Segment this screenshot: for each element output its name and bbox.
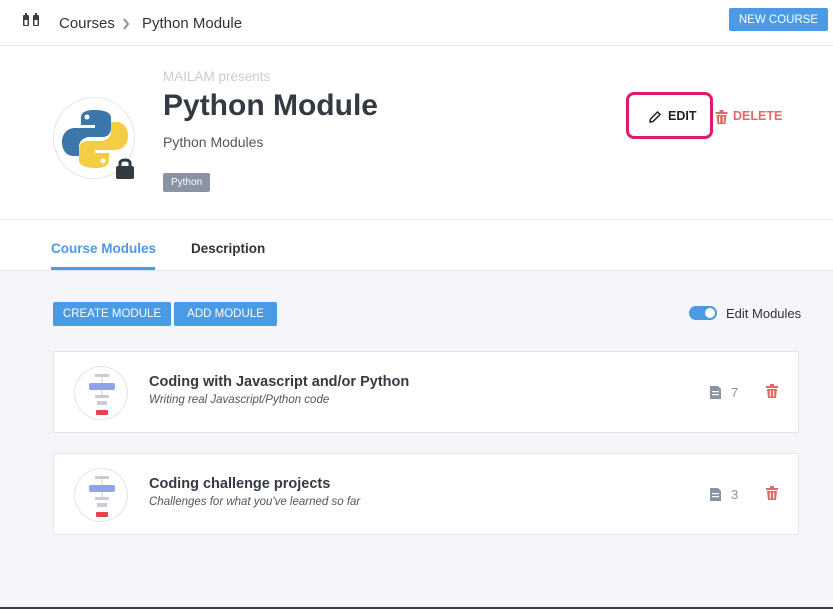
course-tag[interactable]: Python bbox=[163, 173, 211, 192]
flowchart-icon bbox=[89, 476, 115, 517]
pencil-icon bbox=[649, 110, 662, 123]
document-icon bbox=[710, 386, 721, 399]
module-title[interactable]: Coding with Javascript and/or Python bbox=[149, 374, 409, 390]
module-card[interactable]: Coding challenge projects Challenges for… bbox=[53, 453, 799, 535]
tab-description[interactable]: Description bbox=[191, 241, 265, 256]
active-tab-indicator bbox=[51, 267, 155, 270]
edit-label: EDIT bbox=[668, 109, 697, 123]
trash-icon[interactable] bbox=[766, 486, 778, 500]
module-title[interactable]: Coding challenge projects bbox=[149, 476, 330, 492]
new-course-button[interactable]: NEW COURSE bbox=[729, 8, 828, 31]
lesson-count: 7 bbox=[731, 385, 739, 400]
create-module-button[interactable]: CREATE MODULE bbox=[53, 302, 171, 326]
document-icon bbox=[710, 488, 721, 501]
toggle-knob bbox=[705, 308, 715, 318]
edit-modules-label: Edit Modules bbox=[726, 306, 802, 321]
trash-icon[interactable] bbox=[766, 384, 778, 398]
lesson-count: 3 bbox=[731, 487, 739, 502]
trash-icon bbox=[715, 110, 728, 124]
edit-modules-toggle[interactable] bbox=[689, 306, 717, 320]
breadcrumb-courses[interactable]: Courses bbox=[59, 15, 115, 32]
page-title: Python Module bbox=[163, 89, 378, 122]
course-header: MAILAM presents Python Module Python Mod… bbox=[0, 46, 833, 220]
course-subtitle: Python Modules bbox=[163, 134, 264, 150]
tab-course-modules[interactable]: Course Modules bbox=[51, 241, 156, 256]
chevron-right-icon bbox=[123, 18, 130, 30]
module-thumbnail bbox=[74, 468, 128, 522]
module-card[interactable]: Coding with Javascript and/or Python Wri… bbox=[53, 351, 799, 433]
lock-icon bbox=[116, 158, 134, 179]
module-subtitle: Challenges for what you've learned so fa… bbox=[149, 496, 361, 508]
delete-label: DELETE bbox=[733, 109, 783, 123]
edit-button[interactable]: EDIT bbox=[626, 92, 713, 139]
top-bar: Courses Python Module NEW COURSE bbox=[0, 0, 833, 46]
presenter-text: MAILAM presents bbox=[163, 69, 271, 84]
add-module-button[interactable]: ADD MODULE bbox=[174, 302, 277, 326]
module-thumbnail bbox=[74, 366, 128, 420]
module-subtitle: Writing real Javascript/Python code bbox=[149, 394, 330, 406]
tab-bar: Course Modules Description bbox=[0, 220, 833, 271]
breadcrumb-current: Python Module bbox=[142, 15, 243, 32]
app-logo-icon[interactable] bbox=[22, 12, 40, 28]
flowchart-icon bbox=[89, 374, 115, 415]
